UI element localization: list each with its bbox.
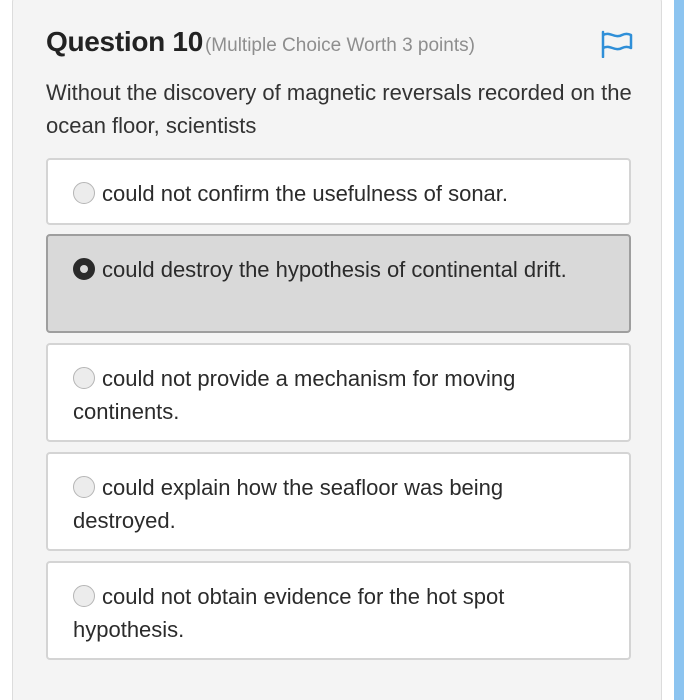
- question-text: Without the discovery of magnetic revers…: [46, 80, 632, 138]
- answer-option[interactable]: could explain how the seafloor was being…: [46, 452, 631, 551]
- radio-icon[interactable]: [73, 476, 95, 498]
- question-title: Question 10: [46, 26, 203, 57]
- answer-option[interactable]: could not obtain evidence for the hot sp…: [46, 561, 631, 660]
- option-label: could explain how the seafloor was being…: [73, 475, 504, 533]
- radio-icon[interactable]: [73, 182, 95, 204]
- radio-icon[interactable]: [73, 367, 95, 389]
- flag-icon[interactable]: [600, 30, 634, 58]
- radio-icon[interactable]: [73, 258, 95, 280]
- answer-option[interactable]: could not confirm the usefulness of sona…: [46, 158, 631, 225]
- answer-option[interactable]: could not provide a mechanism for moving…: [46, 343, 631, 442]
- question-points: (Multiple Choice Worth 3 points): [204, 35, 475, 56]
- option-label: could destroy the hypothesis of continen…: [102, 257, 567, 282]
- answer-option-selected[interactable]: could destroy the hypothesis of continen…: [46, 234, 631, 333]
- option-label: could not confirm the usefulness of sona…: [102, 181, 509, 206]
- option-label: could not provide a mechanism for moving…: [73, 366, 516, 424]
- scrollbar[interactable]: [674, 0, 684, 700]
- question-header: Question 10 (Multiple Choice Worth 3 poi…: [46, 26, 646, 66]
- radio-icon[interactable]: [73, 585, 95, 607]
- option-label: could not obtain evidence for the hot sp…: [73, 584, 505, 642]
